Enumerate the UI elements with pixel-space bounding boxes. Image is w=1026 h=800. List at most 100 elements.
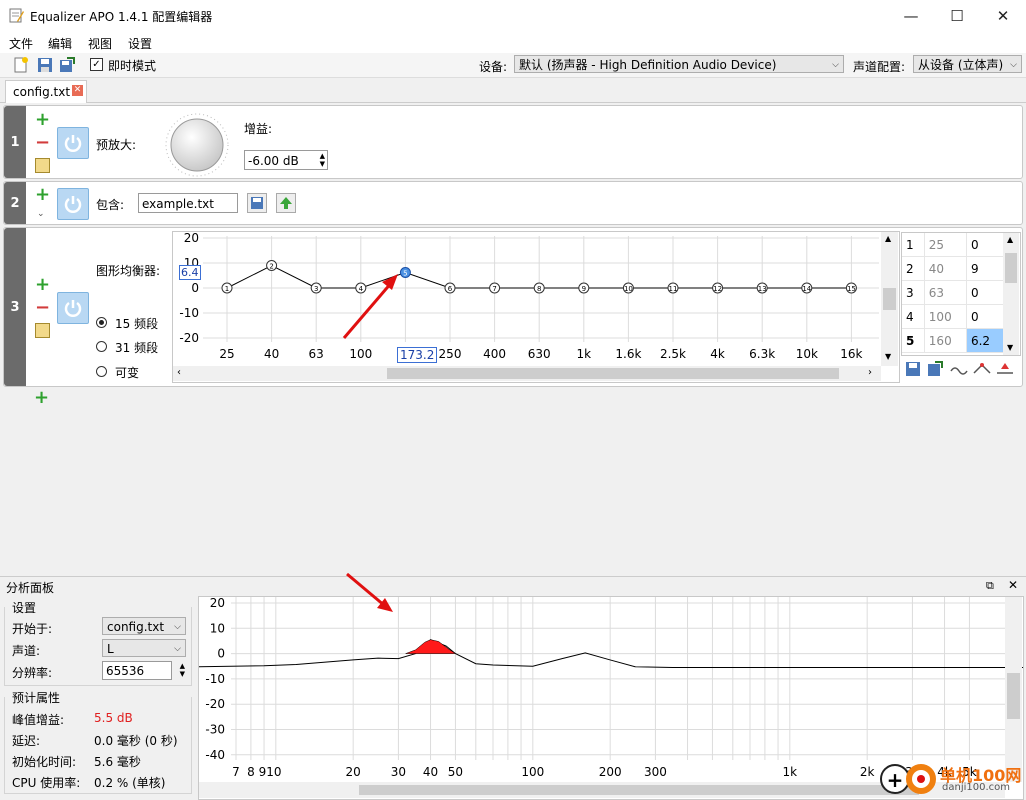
tab-close-icon[interactable]: ✕ <box>72 85 83 96</box>
scroll-thumb[interactable] <box>883 288 896 310</box>
scroll-thumb[interactable] <box>1005 253 1017 283</box>
eq-vertical-scrollbar[interactable]: ▲ ▼ <box>881 232 898 366</box>
float-panel-icon[interactable]: ⧉ <box>986 579 994 593</box>
resolution-input[interactable]: 65536 ▲ ▼ <box>102 661 185 680</box>
instant-mode-label: 即时模式 <box>108 59 157 73</box>
band-number[interactable]: 4 <box>902 304 925 329</box>
analysis-vertical-scrollbar[interactable] <box>1005 597 1022 782</box>
eq-graph[interactable]: 20100-10-2025 40 63 100 250 400 630 1k 1.6k 2.5k 4… <box>173 232 899 382</box>
maximize-button[interactable]: ☐ <box>934 0 980 31</box>
scroll-thumb[interactable] <box>387 368 839 379</box>
scroll-down-icon[interactable]: ▼ <box>885 352 891 361</box>
eq-band-number: 6 <box>448 285 453 293</box>
x-tick-label: 50 <box>448 765 463 779</box>
power-icon <box>64 300 82 317</box>
channel-select[interactable]: L ⌵ <box>102 639 186 657</box>
radio-variable[interactable] <box>96 366 107 377</box>
reset-curve-icon[interactable] <box>996 361 1014 377</box>
band-frequency[interactable]: 40 <box>924 256 967 281</box>
gain-knob[interactable] <box>164 112 230 178</box>
radio-15-bands[interactable] <box>96 317 107 328</box>
spin-arrows-icon[interactable]: ▲ ▼ <box>320 152 325 168</box>
add-filter-icon[interactable]: + <box>34 389 49 407</box>
band-gain[interactable]: 0 <box>966 304 1003 329</box>
x-tick-label: 7 <box>232 765 240 779</box>
remove-filter-icon[interactable]: − <box>35 134 50 152</box>
band-table-row[interactable]: 3 63 0 <box>902 280 1003 305</box>
scroll-up-icon[interactable]: ▲ <box>885 234 891 243</box>
scroll-up-icon[interactable]: ▲ <box>1007 235 1013 244</box>
band-table-row[interactable]: 1 25 0 <box>902 233 1003 257</box>
save-file-button[interactable] <box>247 193 267 213</box>
add-filter-icon[interactable]: + <box>35 111 50 129</box>
selected-freq-box[interactable]: 173.2 <box>397 347 438 363</box>
band-frequency[interactable]: 100 <box>924 304 967 329</box>
band-number[interactable]: 2 <box>902 256 925 281</box>
add-filter-icon[interactable]: + <box>35 276 50 294</box>
new-file-icon[interactable] <box>13 57 29 73</box>
band-table-row[interactable]: 4 100 0 <box>902 304 1003 329</box>
minimize-button[interactable]: — <box>888 0 934 31</box>
gain-spinbox[interactable]: -6.00 dB ▲ ▼ <box>244 150 328 170</box>
save-icon[interactable] <box>905 361 921 377</box>
import-icon[interactable] <box>927 361 943 377</box>
menu-edit[interactable]: 编辑 <box>48 35 72 52</box>
band-gain[interactable]: 6.2 <box>966 328 1003 353</box>
band-table-scrollbar[interactable]: ▲ ▼ <box>1003 233 1019 355</box>
band-frequency[interactable]: 25 <box>924 233 967 257</box>
power-toggle[interactable] <box>57 127 89 159</box>
scroll-down-icon[interactable]: ▼ <box>1007 343 1013 352</box>
band-frequency[interactable]: 63 <box>924 280 967 305</box>
scroll-left-icon[interactable]: ‹ <box>177 367 181 378</box>
band-gain[interactable]: 9 <box>966 256 1003 281</box>
scroll-right-icon[interactable]: › <box>868 367 872 378</box>
save-icon[interactable] <box>37 57 53 73</box>
band-table-row[interactable]: 5 160 6.2 <box>902 328 1003 353</box>
expand-icon[interactable]: ⌄ <box>37 209 45 219</box>
band-number[interactable]: 3 <box>902 280 925 305</box>
selected-gain-box[interactable]: 6.4 <box>179 265 201 280</box>
close-panel-icon[interactable]: ✕ <box>1008 578 1018 592</box>
band-frequency[interactable]: 160 <box>924 328 967 353</box>
edit-icon[interactable] <box>35 158 50 173</box>
eq-horizontal-scrollbar[interactable]: ‹ › <box>173 366 881 381</box>
spin-arrows-icon[interactable]: ▲ ▼ <box>180 662 185 678</box>
band-gain[interactable]: 0 <box>966 233 1003 257</box>
band-number[interactable]: 5 <box>902 328 925 353</box>
close-button[interactable]: ✕ <box>980 0 1026 31</box>
instant-mode-checkbox[interactable]: ✓ <box>90 58 103 71</box>
invert-curve-icon[interactable] <box>973 361 991 377</box>
save-as-icon[interactable] <box>59 57 75 73</box>
eq-band-number: 1 <box>225 285 229 293</box>
eq-band-number: 12 <box>713 285 722 293</box>
scroll-thumb[interactable] <box>1007 673 1020 719</box>
smooth-curve-icon[interactable] <box>950 361 968 377</box>
tab-config[interactable]: config.txt ✕ <box>5 80 87 103</box>
power-toggle[interactable] <box>57 292 89 324</box>
device-select[interactable]: 默认 (扬声器 - High Definition Audio Device) ⌵ <box>514 55 844 73</box>
band-number[interactable]: 1 <box>902 233 925 257</box>
radio-31-bands[interactable] <box>96 341 107 352</box>
add-filter-icon[interactable]: + <box>35 186 50 204</box>
menu-bar: 文件 编辑 视图 设置 <box>0 31 1026 53</box>
scroll-thumb[interactable] <box>359 785 919 795</box>
eq-band-number: 4 <box>359 285 364 293</box>
include-file-input[interactable]: example.txt <box>138 193 238 213</box>
option-15-bands-label: 15 频段 <box>115 317 159 331</box>
open-file-button[interactable] <box>276 193 296 213</box>
start-select[interactable]: config.txt ⌵ <box>102 617 186 635</box>
device-select-value: 默认 (扬声器 - High Definition Audio Device) <box>519 58 777 72</box>
band-gain[interactable]: 0 <box>966 280 1003 305</box>
menu-file[interactable]: 文件 <box>9 35 33 52</box>
channel-config-select[interactable]: 从设备 (立体声) ⌵ <box>913 55 1022 73</box>
edit-icon[interactable] <box>35 323 50 338</box>
remove-filter-icon[interactable]: − <box>35 299 50 317</box>
x-tick-label: 2k <box>860 765 875 779</box>
x-tick-label: 25 <box>219 347 234 361</box>
y-tick-label: 20 <box>210 597 225 610</box>
menu-view[interactable]: 视图 <box>88 35 112 52</box>
band-table-row[interactable]: 2 40 9 <box>902 256 1003 281</box>
menu-settings[interactable]: 设置 <box>128 35 152 52</box>
power-toggle[interactable] <box>57 188 89 220</box>
filter-panel-preamp: 1 + − 预放大: 增益: -6.00 dB ▲ ▼ <box>3 105 1023 179</box>
